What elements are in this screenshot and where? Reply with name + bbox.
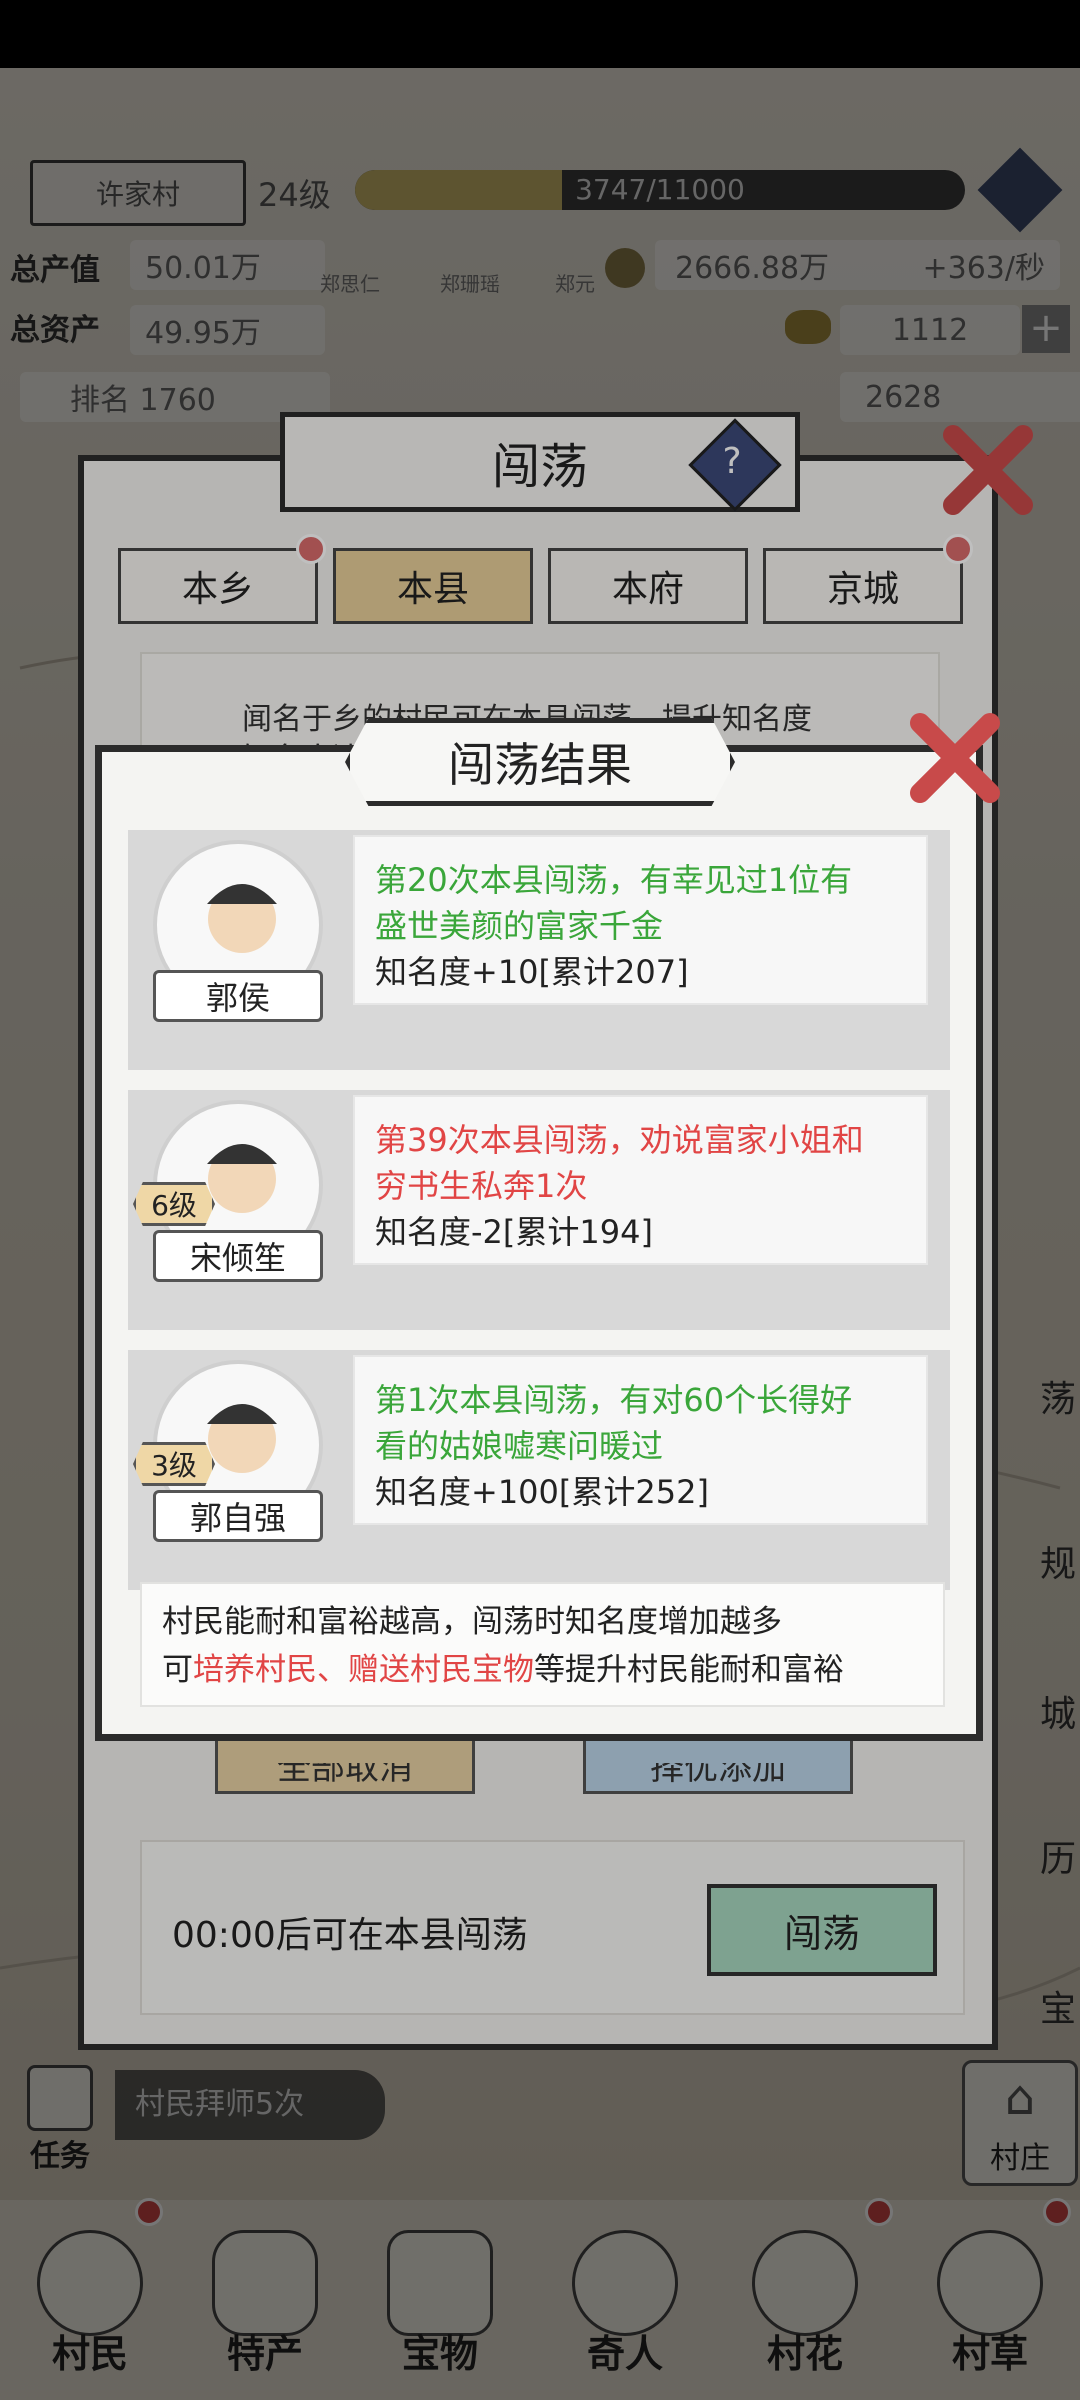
result-line-2: 看的姑娘嘘寒问暖过 — [375, 1427, 664, 1465]
tip-suffix: 等提升村民能耐和富裕 — [534, 1652, 844, 1688]
villager-name-text: 郭侯 — [205, 979, 270, 1017]
villager-name-text: 郭自强 — [189, 1499, 286, 1537]
tip-box: 村民能耐和富裕越高，闯荡时知名度增加越多 可培养村民、赠送村民宝物等提升村民能耐… — [140, 1582, 945, 1707]
result-row: 3级 郭自强 第1次本县闯荡，有对60个长得好 看的姑娘嘘寒问暖过 知名度+10… — [128, 1350, 950, 1590]
result-line-1: 第1次本县闯荡，有对60个长得好 — [375, 1381, 853, 1419]
tip-prefix: 可 — [162, 1652, 193, 1688]
result-line-2: 盛世美颜的富家千金 — [375, 907, 664, 945]
result-message: 第1次本县闯荡，有对60个长得好 看的姑娘嘘寒问暖过 知名度+100[累计252… — [353, 1355, 928, 1525]
tip-highlight: 培养村民、赠送村民宝物 — [193, 1652, 534, 1688]
result-title: 闯荡结果 — [345, 718, 735, 806]
fame-change: 知名度+10[累计207] — [375, 953, 689, 991]
result-close-icon[interactable] — [905, 708, 1005, 808]
villager-name: 宋倾笙 — [153, 1230, 323, 1282]
level-badge-text: 3级 — [151, 1449, 197, 1482]
fame-change: 知名度+100[累计252] — [375, 1473, 709, 1511]
result-line-1: 第20次本县闯荡，有幸见过1位有 — [375, 861, 853, 899]
level-badge: 6级 — [133, 1182, 215, 1226]
result-line-1: 第39次本县闯荡，劝说富家小姐和 — [375, 1121, 864, 1159]
fame-change: 知名度-2[累计194] — [375, 1213, 653, 1251]
result-row: 6级 宋倾笙 第39次本县闯荡，劝说富家小姐和 穷书生私奔1次 知名度-2[累计… — [128, 1090, 950, 1330]
level-badge: 3级 — [133, 1442, 215, 1486]
result-title-text: 闯荡结果 — [448, 738, 632, 792]
result-message: 第20次本县闯荡，有幸见过1位有 盛世美颜的富家千金 知名度+10[累计207] — [353, 835, 928, 1005]
villager-name: 郭侯 — [153, 970, 323, 1022]
level-badge-text: 6级 — [151, 1189, 197, 1222]
tip-line-2: 可培养村民、赠送村民宝物等提升村民能耐和富裕 — [162, 1646, 943, 1694]
villager-name: 郭自强 — [153, 1490, 323, 1542]
result-message: 第39次本县闯荡，劝说富家小姐和 穷书生私奔1次 知名度-2[累计194] — [353, 1095, 928, 1265]
villager-name-text: 宋倾笙 — [189, 1239, 286, 1277]
result-line-2: 穷书生私奔1次 — [375, 1167, 588, 1205]
result-row: 郭侯 第20次本县闯荡，有幸见过1位有 盛世美颜的富家千金 知名度+10[累计2… — [128, 830, 950, 1070]
tip-line-1: 村民能耐和富裕越高，闯荡时知名度增加越多 — [162, 1604, 782, 1640]
